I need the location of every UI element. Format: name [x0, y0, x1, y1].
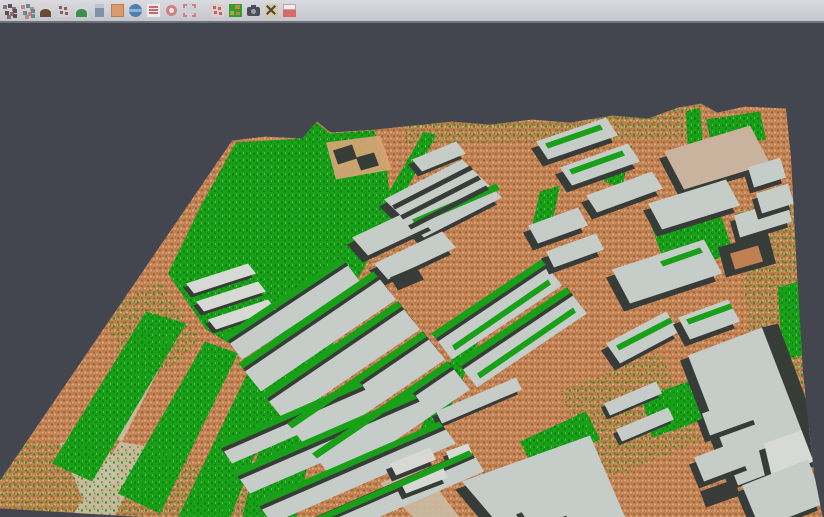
mesh-icon[interactable]: [38, 3, 53, 18]
globe-glyph: [128, 3, 143, 18]
camera-icon[interactable]: [246, 3, 261, 18]
delete-selection-glyph: [264, 3, 279, 18]
viewport-3d[interactable]: [0, 23, 824, 517]
reset-view-icon[interactable]: [282, 3, 297, 18]
terrain-model: [0, 102, 824, 517]
dense-cloud-glyph: [2, 3, 17, 18]
attribute-table-glyph: [146, 3, 161, 18]
tie-points-icon[interactable]: [56, 3, 71, 18]
profile-view-glyph: [92, 3, 107, 18]
rectangle-selection-glyph: [182, 3, 197, 18]
camera-glyph: [246, 3, 261, 18]
profile-view-icon[interactable]: [92, 3, 107, 18]
circle-selection-glyph: [164, 3, 179, 18]
attribute-table-icon[interactable]: [146, 3, 161, 18]
dem-icon[interactable]: [74, 3, 89, 18]
delete-selection-icon[interactable]: [264, 3, 279, 18]
model-canvas[interactable]: [0, 23, 824, 517]
orthomosaic-icon[interactable]: [110, 3, 125, 18]
dem-glyph: [74, 3, 89, 18]
toolbar: [0, 0, 824, 23]
globe-icon[interactable]: [128, 3, 143, 18]
circle-selection-icon[interactable]: [164, 3, 179, 18]
orthomosaic-glyph: [110, 3, 125, 18]
classified-cloud-glyph: [20, 3, 35, 18]
mesh-glyph: [38, 3, 53, 18]
rectangle-selection-icon[interactable]: [182, 3, 197, 18]
brush-selection-icon[interactable]: [210, 3, 225, 18]
brush-selection-glyph: [210, 3, 225, 18]
application-window: [0, 0, 824, 517]
dense-cloud-icon[interactable]: [2, 3, 17, 18]
tie-points-glyph: [56, 3, 71, 18]
reset-view-glyph: [282, 3, 297, 18]
classification-glyph: [228, 3, 243, 18]
classification-icon[interactable]: [228, 3, 243, 18]
classified-cloud-icon[interactable]: [20, 3, 35, 18]
